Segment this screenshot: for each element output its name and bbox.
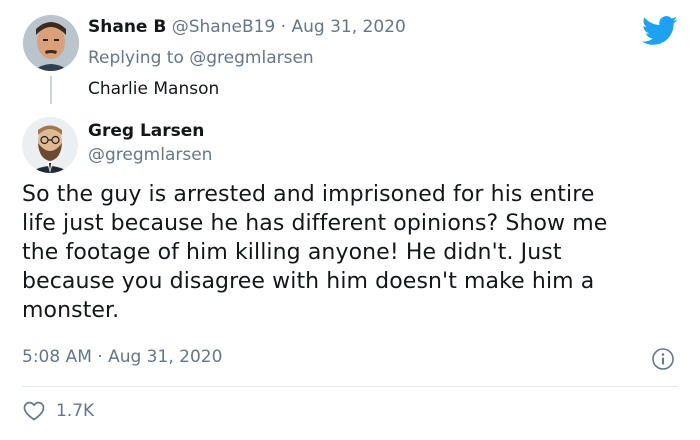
parent-author-name[interactable]: Shane B [88, 17, 166, 37]
tweet-text-line: because you disagree with him doesn't ma… [22, 269, 595, 294]
parent-tweet-date[interactable]: Aug 31, 2020 [291, 17, 405, 37]
parent-tweet-text: Charlie Manson [88, 79, 220, 99]
main-tweet-text: So the guy is arrested and imprisoned fo… [22, 180, 682, 325]
like-count: 1.7K [56, 401, 95, 421]
info-icon[interactable] [651, 347, 675, 371]
parent-tweet-header: Shane B @ShaneB19 · Aug 31, 2020 [88, 17, 406, 37]
parent-author-handle[interactable]: @ShaneB19 [172, 17, 276, 37]
replying-to-mention[interactable]: @gregmlarsen [189, 48, 313, 68]
replying-to-prefix: Replying to [88, 48, 190, 68]
tweet-text-line: the footage of him killing anyone! He di… [22, 240, 562, 265]
parent-author-avatar[interactable] [23, 15, 79, 71]
main-author-avatar[interactable] [22, 117, 78, 173]
main-author-handle[interactable]: @gregmlarsen [88, 145, 212, 165]
like-action[interactable]: 1.7K [22, 399, 94, 423]
tweet-divider [22, 386, 678, 387]
twitter-bird-icon[interactable] [642, 16, 678, 46]
thread-connector-line [50, 76, 52, 104]
tweet-text-line: So the guy is arrested and imprisoned fo… [22, 182, 595, 207]
tweet-text-line: monster. [22, 298, 120, 323]
heart-icon[interactable] [22, 399, 46, 423]
tweet-timestamp[interactable]: 5:08 AM · Aug 31, 2020 [22, 347, 222, 367]
main-author-name[interactable]: Greg Larsen [88, 121, 204, 141]
header-separator: · [280, 17, 287, 37]
replying-to-line: Replying to @gregmlarsen [88, 48, 314, 68]
tweet-text-line: life just because he has different opini… [22, 211, 608, 236]
